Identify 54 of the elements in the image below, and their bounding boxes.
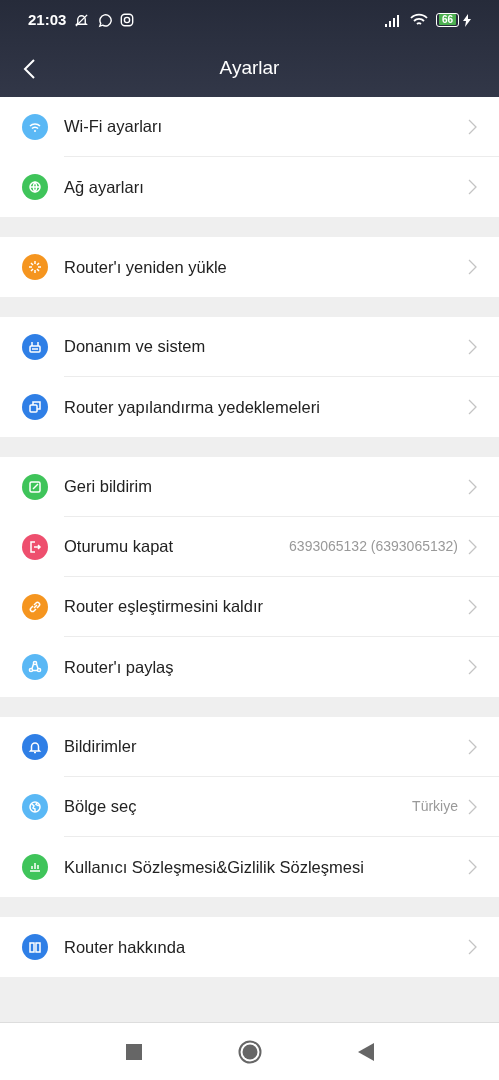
chevron-icon [468, 338, 477, 355]
back-nav-button[interactable] [357, 1042, 374, 1061]
settings-row[interactable]: Donanım ve sistem [0, 317, 499, 377]
settings-row[interactable]: Bildirimler [0, 717, 499, 777]
home-button[interactable] [237, 1039, 262, 1064]
row-label: Geri bildirim [64, 476, 153, 498]
chevron-icon [468, 659, 477, 675]
settings-row[interactable]: Router'ı yeniden yükle [0, 237, 499, 297]
settings-row[interactable]: Oturumu kapat 6393065132 (6393065132) [0, 517, 499, 577]
chevron-icon [468, 259, 477, 275]
wifi-icon [409, 13, 428, 27]
settings-row[interactable]: Kullanıcı Sözleşmesi&Gizlilik Sözleşmesi [0, 837, 499, 897]
row-label: Oturumu kapat [64, 536, 175, 558]
settings-row[interactable]: Router eşleştirmesini kaldır [0, 577, 499, 637]
row-label: Router'ı paylaş [64, 656, 175, 678]
chat-icon [97, 12, 113, 28]
row-value: 6393065132 (6393065132) [289, 537, 458, 556]
chevron-icon [468, 738, 477, 755]
chevron-icon [468, 798, 477, 815]
chevron-icon [468, 399, 477, 415]
row-label: Kullanıcı Sözleşmesi&Gizlilik Sözleşmesi [64, 856, 365, 878]
recents-button[interactable] [125, 1043, 142, 1060]
row-label: Wi-Fi ayarları [64, 116, 164, 138]
chevron-icon [468, 179, 477, 195]
row-label: Router'ı yeniden yükle [64, 256, 228, 278]
settings-row[interactable]: Wi-Fi ayarları [0, 97, 499, 157]
signal-icon [383, 13, 402, 27]
settings-row[interactable]: Router hakkında [0, 917, 499, 977]
row-label: Bildirimler [64, 736, 138, 758]
status-time: 21:03 [28, 9, 67, 30]
row-label: Router eşleştirmesini kaldır [64, 596, 264, 618]
row-label: Router hakkında [64, 936, 187, 958]
row-label: Ağ ayarları [64, 176, 145, 198]
page-title: Ayarlar [219, 56, 280, 81]
back-icon [22, 57, 36, 80]
chevron-icon [468, 939, 477, 955]
chevron-icon [468, 538, 477, 555]
settings-row[interactable]: Ağ ayarları [0, 157, 499, 217]
charging-icon [463, 13, 471, 27]
row-label: Donanım ve sistem [64, 336, 207, 358]
row-value: Türkiye [412, 797, 458, 816]
settings-row[interactable]: Geri bildirim [0, 457, 499, 517]
camera-icon [120, 13, 135, 27]
settings-row[interactable]: Router yapılandırma yedeklemeleri [0, 377, 499, 437]
chevron-icon [468, 598, 477, 615]
chevron-icon [468, 859, 477, 875]
row-label: Bölge seç [64, 796, 138, 818]
settings-row[interactable]: Bölge seç Türkiye [0, 777, 499, 837]
chevron-icon [468, 478, 477, 495]
chevron-icon [468, 118, 477, 135]
settings-row[interactable]: Router'ı paylaş [0, 637, 499, 697]
muted-bell-icon [74, 12, 90, 28]
row-label: Router yapılandırma yedeklemeleri [64, 396, 321, 418]
battery-indicator: 66 [435, 13, 459, 27]
